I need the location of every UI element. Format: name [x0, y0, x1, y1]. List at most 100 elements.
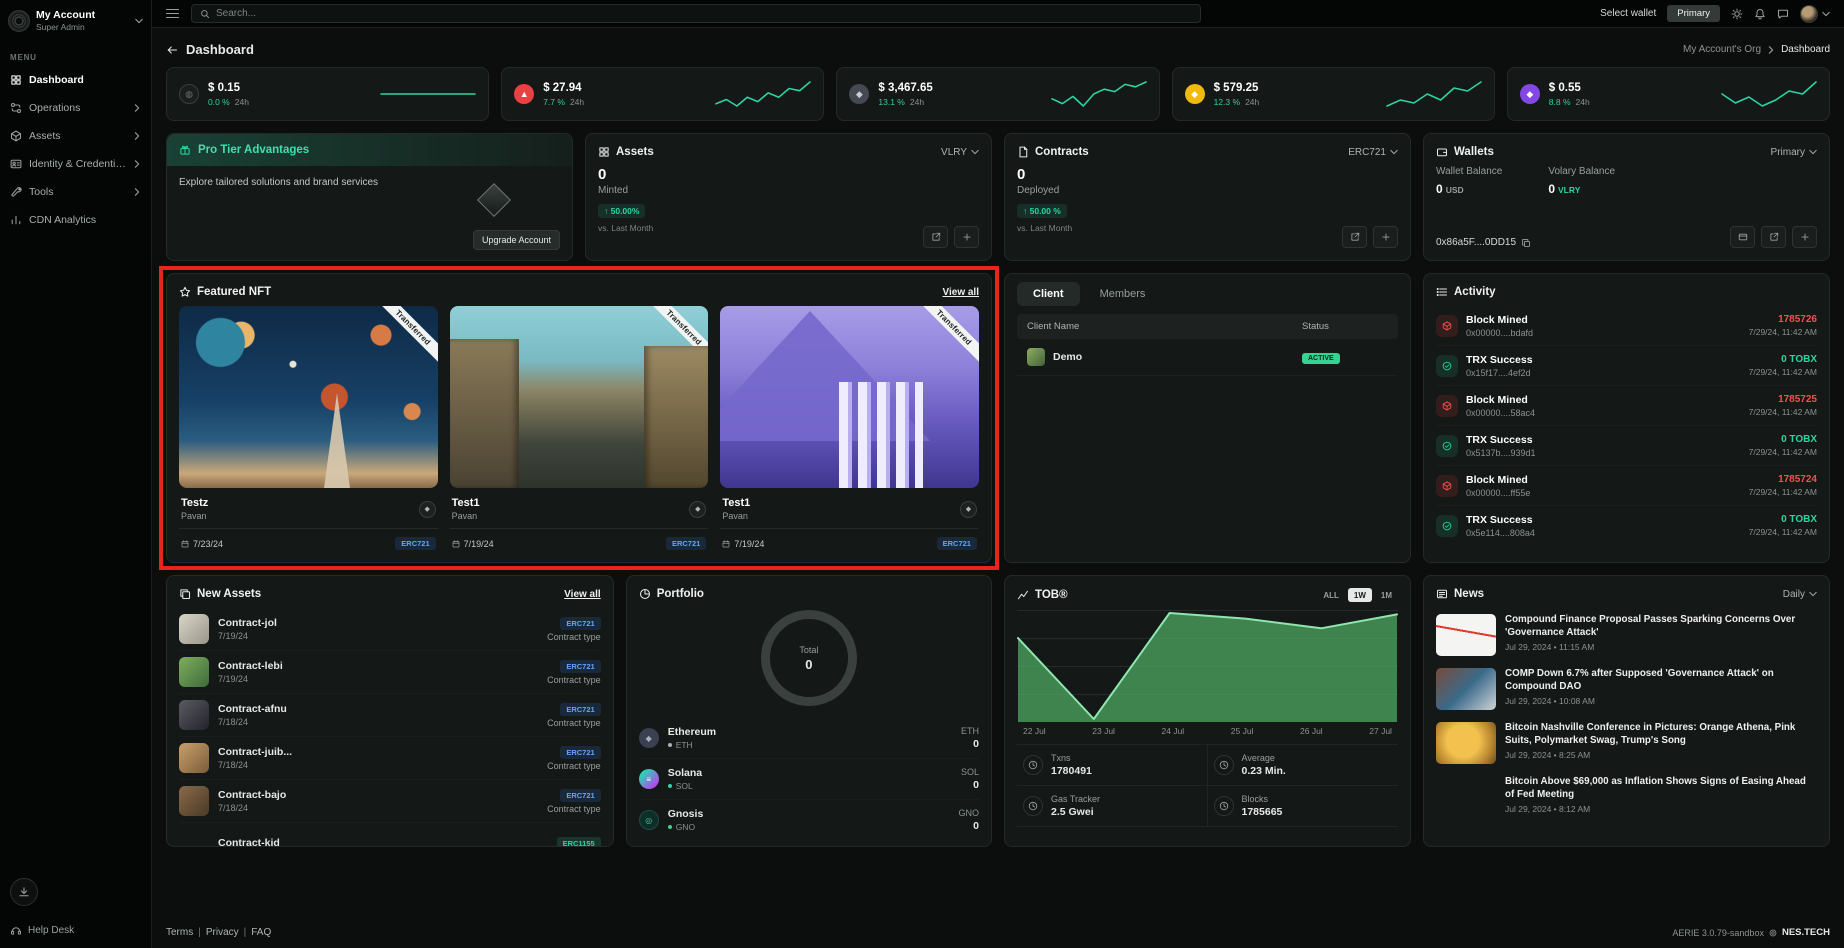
wallet-card-button[interactable] — [1730, 226, 1755, 248]
download-button[interactable] — [10, 878, 38, 906]
client-table-row[interactable]: Demo ACTIVE — [1017, 339, 1398, 376]
assets-add-button[interactable] — [954, 226, 979, 248]
app-root: My Account Super Admin MENU Dashboard Op… — [0, 0, 1844, 948]
asset-standard-badge: ERC721 — [560, 789, 600, 802]
ticker-ethereum[interactable]: ◆ $ 3,467.65 13.1 %24h — [836, 67, 1159, 121]
activity-row[interactable]: TRX Success0x5137b....939d1 0 TOBX7/29/2… — [1436, 426, 1817, 466]
activity-row[interactable]: TRX Success0x5e114....808a4 0 TOBX7/29/2… — [1436, 506, 1817, 545]
asset-filter-dropdown[interactable]: VLRY — [941, 147, 979, 158]
account-switcher[interactable]: My Account Super Admin — [0, 0, 151, 41]
copy-icon[interactable] — [1521, 238, 1531, 248]
search-input[interactable] — [216, 8, 1192, 19]
chevron-down-icon — [1822, 10, 1830, 18]
activity-row[interactable]: Block Mined0x00000....ff55e 17857247/29/… — [1436, 466, 1817, 506]
sidebar-item-cdn-analytics[interactable]: CDN Analytics — [0, 206, 151, 234]
ticker-volary[interactable]: ◍ $ 0.15 0.0 %24h — [166, 67, 489, 121]
ticker-bnb[interactable]: ◆ $ 579.25 12.3 %24h — [1172, 67, 1495, 121]
new-asset-row[interactable]: Contract-afnu7/18/24 ERC721Contract type — [179, 694, 601, 737]
nft-view-all-link[interactable]: View all — [942, 287, 979, 298]
nft-card[interactable]: Transferred Test1 Pavan ◆ — [720, 306, 979, 550]
news-item[interactable]: Bitcoin Above $69,000 as Inflation Shows… — [1436, 770, 1817, 824]
faq-link[interactable]: FAQ — [251, 927, 271, 938]
news-thumbnail — [1436, 668, 1496, 710]
asset-amount: 0 — [961, 738, 979, 750]
contracts-open-button[interactable] — [1342, 226, 1367, 248]
range-all-button[interactable]: ALL — [1317, 588, 1345, 602]
asset-name: Solana — [668, 767, 702, 779]
activity-row[interactable]: TRX Success0x15f17....4ef2d 0 TOBX7/29/2… — [1436, 346, 1817, 386]
gnosis-icon: ◎ — [639, 810, 659, 830]
tab-members[interactable]: Members — [1084, 282, 1162, 306]
user-menu[interactable] — [1800, 5, 1830, 23]
assets-icon — [598, 146, 610, 158]
topbar-actions: Select wallet Primary — [1600, 5, 1830, 23]
sidebar-item-identity-credentials[interactable]: Identity & Credentials — [0, 150, 151, 178]
news-filter-dropdown[interactable]: Daily — [1783, 589, 1817, 600]
nft-card[interactable]: Transferred Testz Pavan ◆ — [179, 306, 438, 550]
help-desk-button[interactable]: Help Desk — [0, 912, 151, 948]
news-item[interactable]: Bitcoin Nashville Conference in Pictures… — [1436, 716, 1817, 770]
new-asset-row[interactable]: Contract-juib...7/18/24 ERC721Contract t… — [179, 737, 601, 780]
chat-icon[interactable] — [1777, 8, 1789, 20]
ticker-price: $ 27.94 — [543, 82, 584, 94]
avatar — [1800, 5, 1818, 23]
sidebar-item-operations[interactable]: Operations — [0, 94, 151, 122]
new-asset-row[interactable]: Contract-jol7/19/24 ERC721Contract type — [179, 608, 601, 651]
card-title: Featured NFT — [197, 286, 271, 298]
search-bar[interactable] — [191, 4, 1201, 23]
chevron-right-icon — [133, 104, 141, 112]
notifications-icon[interactable] — [1754, 8, 1766, 20]
wallet-filter-dropdown[interactable]: Primary — [1771, 147, 1817, 158]
new-asset-row[interactable]: Contract-bajo7/18/24 ERC721Contract type — [179, 780, 601, 823]
activity-datetime: 7/29/24, 11:42 AM — [1749, 447, 1817, 457]
sidebar-item-assets[interactable]: Assets — [0, 122, 151, 150]
back-arrow-icon[interactable] — [166, 44, 178, 56]
sidebar-item-dashboard[interactable]: Dashboard — [0, 66, 151, 94]
filter-value: ERC721 — [1348, 147, 1386, 158]
pro-tier-title: Pro Tier Advantages — [198, 144, 309, 156]
sidebar-item-tools[interactable]: Tools — [0, 178, 151, 206]
terms-link[interactable]: Terms — [166, 927, 193, 938]
tob-stats-grid: Txns1780491 Average0.23 Min. Gas Tracker… — [1017, 744, 1398, 827]
analytics-icon — [10, 214, 22, 226]
tab-client[interactable]: Client — [1017, 282, 1080, 306]
theme-toggle-icon[interactable] — [1731, 8, 1743, 20]
new-assets-view-all-link[interactable]: View all — [564, 589, 601, 600]
chain-icon: ◆ — [419, 501, 436, 518]
nft-image: Transferred — [720, 306, 979, 488]
ticker-period: 24h — [570, 97, 584, 107]
contracts-icon — [1017, 146, 1029, 158]
new-asset-row[interactable]: Contract-kid ERC1155 — [179, 823, 601, 847]
card-title: Assets — [616, 146, 654, 158]
ticker-polygon[interactable]: ◆ $ 0.55 8.8 %24h — [1507, 67, 1830, 121]
wallet-open-button[interactable] — [1761, 226, 1786, 248]
wallet-add-button[interactable] — [1792, 226, 1817, 248]
asset-thumbnail — [179, 829, 209, 847]
contracts-add-button[interactable] — [1373, 226, 1398, 248]
range-1m-button[interactable]: 1M — [1375, 588, 1398, 602]
activity-value: 1785726 — [1749, 314, 1817, 325]
activity-row[interactable]: Block Mined0x00000....58ac4 17857257/29/… — [1436, 386, 1817, 426]
news-item[interactable]: Compound Finance Proposal Passes Sparkin… — [1436, 608, 1817, 662]
donut-total-label: Total — [799, 645, 818, 655]
sidebar-item-label: CDN Analytics — [29, 214, 141, 226]
activity-title: TRX Success — [1466, 514, 1535, 526]
assets-open-button[interactable] — [923, 226, 948, 248]
news-item[interactable]: COMP Down 6.7% after Supposed 'Governanc… — [1436, 662, 1817, 716]
privacy-link[interactable]: Privacy — [206, 927, 239, 938]
breadcrumb-org[interactable]: My Account's Org — [1683, 44, 1761, 55]
news-icon — [1436, 588, 1448, 600]
menu-toggle-icon[interactable] — [166, 9, 179, 19]
new-asset-row[interactable]: Contract-lebi7/19/24 ERC721Contract type — [179, 651, 601, 694]
nft-card[interactable]: Transferred Test1 Pavan ◆ — [450, 306, 709, 550]
upgrade-account-button[interactable]: Upgrade Account — [473, 230, 560, 250]
ticker-avalanche[interactable]: ▲ $ 27.94 7.7 %24h — [501, 67, 824, 121]
asset-name: Contract-bajo — [218, 789, 286, 801]
range-1w-button[interactable]: 1W — [1348, 588, 1372, 602]
chart-icon — [1017, 589, 1029, 601]
wallet-selector-button[interactable]: Primary — [1667, 5, 1720, 22]
gem-icon — [477, 183, 511, 217]
column-status: Status — [1302, 321, 1388, 332]
contract-filter-dropdown[interactable]: ERC721 — [1348, 147, 1398, 158]
activity-row[interactable]: Block Mined0x00000....bdafd 17857267/29/… — [1436, 306, 1817, 346]
